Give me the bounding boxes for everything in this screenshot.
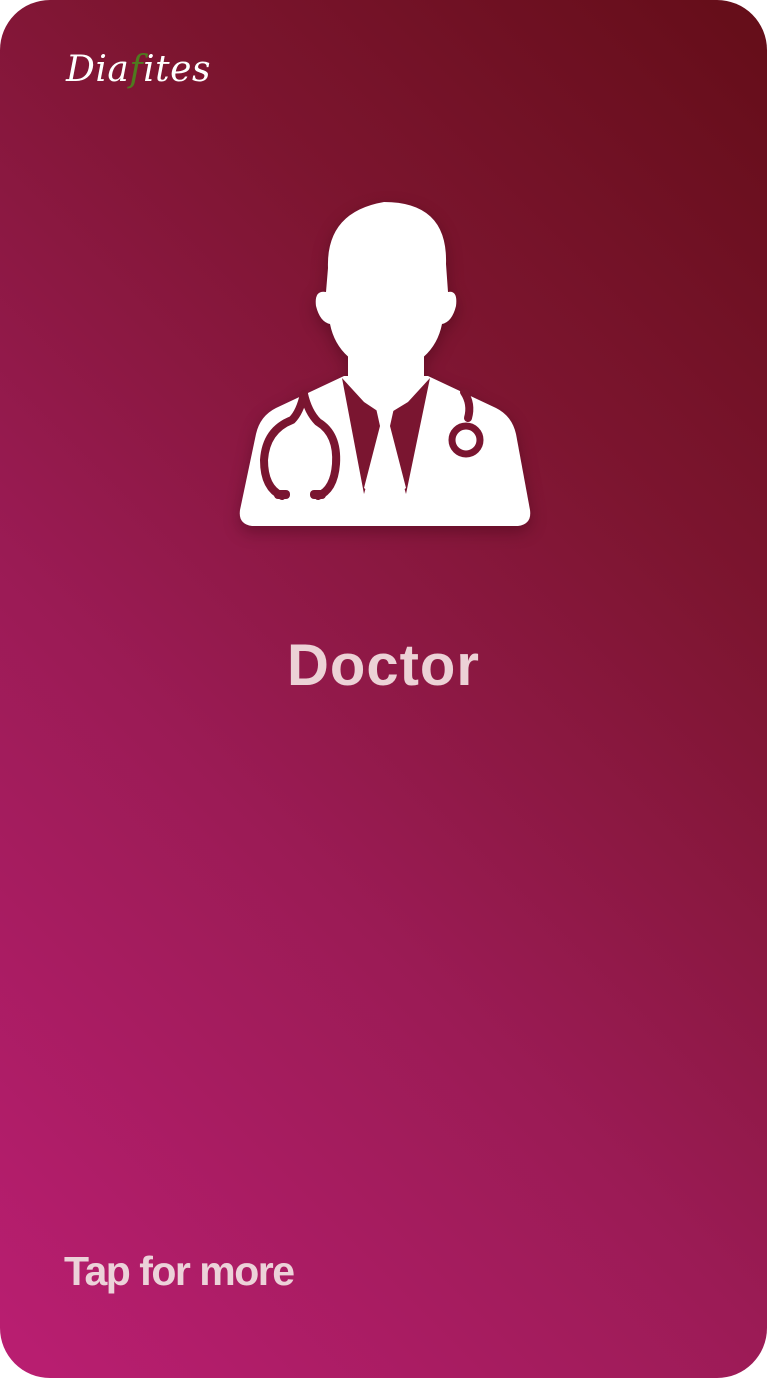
brand-logo: Diafites	[66, 52, 211, 88]
logo-accent: f	[129, 49, 144, 90]
logo-suffix: ites	[143, 49, 211, 90]
tap-for-more-link[interactable]: Tap for more	[64, 1248, 295, 1295]
card-title: Doctor	[287, 633, 480, 698]
doctor-card[interactable]: Diafites Doctor Tap for more	[0, 0, 767, 1378]
doctor-icon	[239, 202, 531, 526]
logo-prefix: Dia	[66, 49, 130, 90]
